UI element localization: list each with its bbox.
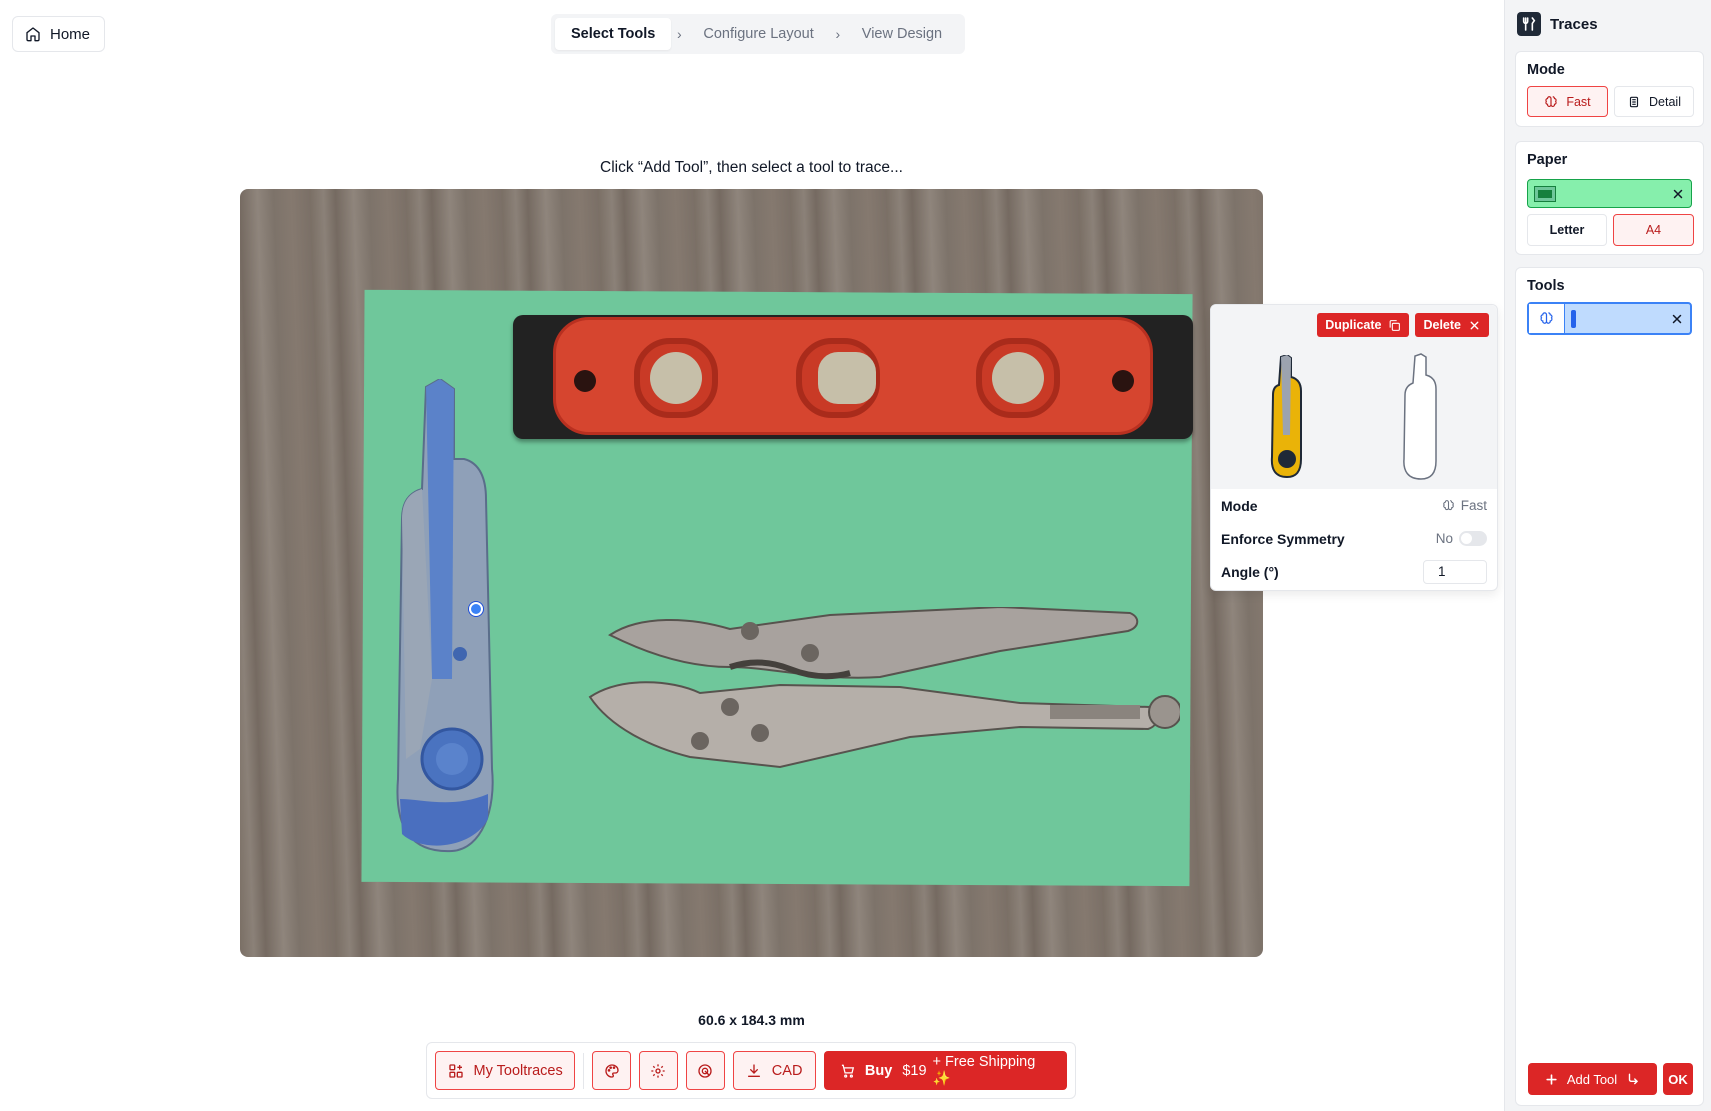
tools-card: Tools [1515,267,1704,1106]
corner-down-right-icon [1628,1073,1639,1085]
angle-input[interactable]: 1 [1423,559,1487,584]
palette-button[interactable] [592,1051,631,1090]
chip-icon [1629,96,1639,107]
cart-icon [841,1064,854,1078]
mode-fast-button[interactable]: Fast [1527,86,1608,117]
step-configure-layout[interactable]: Configure Layout [687,18,829,50]
paper-selection-field[interactable] [1527,179,1692,208]
mode-detail-label: Detail [1649,94,1681,109]
download-icon [747,1063,760,1077]
gear-icon [651,1063,666,1078]
duplicate-button[interactable]: Duplicate [1317,313,1410,337]
symmetry-label: Enforce Symmetry [1221,530,1345,547]
selection-dimensions: 60.6 x 184.3 mm [698,1012,805,1028]
cad-download-button[interactable]: CAD [732,1051,816,1090]
popover-angle-row: Angle (°) 1 [1211,555,1497,588]
grid-plus-icon [448,1063,463,1078]
buy-label: Buy [864,1062,893,1079]
ok-button[interactable]: OK [1663,1063,1693,1095]
paper-a4-label: A4 [1645,223,1662,237]
tool-photo-thumbnail [1270,355,1302,479]
plus-icon [1546,1073,1557,1085]
remove-tool-icon[interactable] [1671,313,1683,325]
delete-label: Delete [1423,318,1461,332]
scan-button[interactable] [685,1051,725,1090]
brain-icon [1442,500,1454,511]
angle-label: Angle (°) [1221,563,1279,580]
tool-thumbnail-icon [1571,310,1576,328]
paper-letter-label: Letter [1549,223,1585,237]
add-tool-label: Add Tool [1566,1071,1618,1087]
torpedo-level-photo [513,315,1193,439]
traces-logo-icon [1517,12,1541,36]
paper-letter-button[interactable]: Letter [1527,214,1607,246]
buy-shipping: + Free Shipping ✨ [932,1054,1036,1087]
buy-price: $19 [902,1062,927,1079]
paper-thumbnail-icon [1534,186,1556,202]
step-select-tools[interactable]: Select Tools [555,18,672,50]
mode-row-value: Fast [1460,498,1487,513]
delete-button[interactable]: Delete [1415,313,1489,337]
add-tool-button[interactable]: Add Tool [1528,1063,1657,1095]
home-icon [26,27,40,42]
home-label: Home [50,25,91,43]
copy-icon [1390,319,1401,331]
popover-mode-row: Mode Fast [1211,489,1497,522]
mode-row-label: Mode [1221,497,1258,514]
locking-pliers-photo [588,607,1180,769]
paper-title: Paper [1527,152,1568,168]
mode-card: Mode Fast Detail [1515,51,1704,127]
mode-title: Mode [1527,62,1565,78]
mode-fast-label: Fast [1566,94,1591,109]
selection-point-marker[interactable] [469,602,483,616]
my-tooltraces-button[interactable]: My Tooltraces [435,1051,576,1090]
settings-button[interactable] [639,1051,678,1090]
chevron-right-icon: › [677,26,682,42]
buy-button[interactable]: Buy $19 + Free Shipping ✨ [823,1051,1067,1090]
toolbar-divider [583,1052,585,1089]
popover-symmetry-row: Enforce Symmetry No [1211,522,1497,555]
tools-title: Tools [1527,278,1565,294]
palette-icon [604,1063,619,1078]
paper-a4-button[interactable]: A4 [1613,214,1694,246]
duplicate-label: Duplicate [1325,318,1382,332]
symmetry-toggle[interactable] [1459,531,1487,546]
tool-preview-area: Duplicate Delete [1211,305,1497,489]
tool-detail-popover: Duplicate Delete Mode Fast Enforce Symme… [1210,304,1498,591]
tool-mode-badge [1529,304,1565,333]
traces-sidebar: Traces Mode Fast Detail Paper Letter A4 … [1504,0,1711,1111]
chevron-right-icon: › [835,26,841,42]
step-view-design[interactable]: View Design [846,18,958,50]
home-button[interactable]: Home [12,16,106,52]
utility-knife-photo [396,379,494,853]
target-icon [698,1063,712,1078]
paper-card: Paper Letter A4 [1515,141,1704,255]
sidebar-title: Traces [1550,15,1598,33]
brain-icon [1540,312,1553,324]
footer-toolbar: My Tooltraces CAD Buy $19 + Free Shippin… [426,1042,1076,1099]
cad-label: CAD [771,1062,803,1079]
clear-paper-icon[interactable] [1672,188,1684,200]
step-navigation: Select Tools › Configure Layout › View D… [551,14,965,54]
my-tooltraces-label: My Tooltraces [473,1062,563,1079]
app-root: Home Select Tools › Configure Layout › V… [0,0,1711,1111]
canvas-instruction: Click “Add Tool”, then select a tool to … [600,159,903,176]
close-icon [1470,321,1479,329]
tool-trace-outline [1403,353,1437,480]
mode-detail-button[interactable]: Detail [1614,86,1694,117]
tool-list-item[interactable] [1527,302,1692,335]
symmetry-value: No [1435,531,1453,546]
photo-canvas[interactable] [240,189,1263,957]
brain-icon [1545,95,1558,107]
